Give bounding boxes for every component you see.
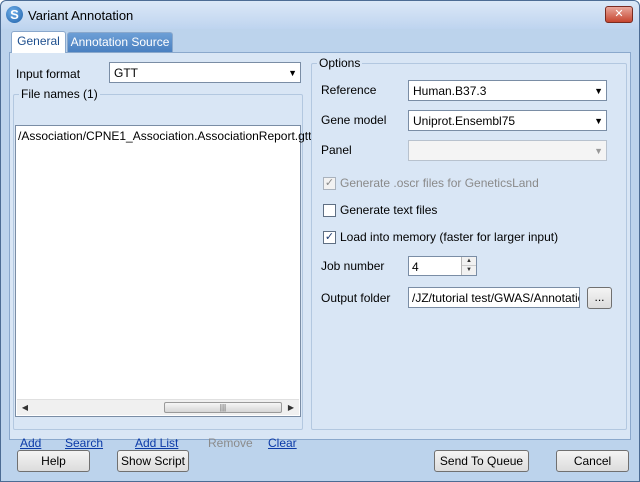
gene-model-label: Gene model	[321, 113, 387, 127]
tab-general[interactable]: General	[11, 31, 66, 53]
input-format-label: Input format	[16, 67, 81, 81]
gene-model-value: Uniprot.Ensembl75	[413, 114, 516, 128]
panel-label: Panel	[321, 143, 352, 157]
browse-folder-button[interactable]: ...	[587, 287, 612, 309]
reference-value: Human.B37.3	[413, 84, 487, 98]
tab-annotation-source[interactable]: Annotation Source	[67, 32, 173, 52]
file-names-list[interactable]: /Association/CPNE1_Association.Associati…	[15, 125, 311, 417]
panel-select[interactable]: ▼	[408, 140, 607, 161]
general-tab-panel: Input format GTT ▼ File names (1) /Assoc…	[9, 52, 631, 450]
file-names-label: File names (1)	[19, 87, 100, 101]
options-title: Options	[317, 56, 363, 70]
job-number-label: Job number	[321, 259, 385, 273]
chevron-down-icon: ▼	[594, 116, 603, 126]
output-folder-label: Output folder	[321, 291, 391, 305]
show-script-button[interactable]: Show Script	[117, 450, 189, 472]
scroll-left-icon[interactable]: ◀	[17, 400, 33, 415]
clear-link[interactable]: Clear	[268, 436, 297, 450]
spin-down-icon[interactable]: ▼	[462, 266, 476, 275]
generate-oscr-label: Generate .oscr files for GeneticsLand	[340, 176, 539, 190]
reference-select[interactable]: Human.B37.3 ▼	[408, 80, 607, 101]
output-folder-value: /JZ/tutorial test/GWAS/Annotation	[412, 291, 580, 305]
gene-model-select[interactable]: Uniprot.Ensembl75 ▼	[408, 110, 607, 131]
add-list-link[interactable]: Add List	[135, 436, 178, 450]
reference-label: Reference	[321, 83, 377, 97]
close-button[interactable]: ✕	[605, 6, 633, 23]
job-number-value: 4	[412, 260, 419, 274]
load-memory-label: Load into memory (faster for larger inpu…	[340, 230, 559, 244]
help-button[interactable]: Help	[17, 450, 90, 472]
add-link[interactable]: Add	[20, 436, 41, 450]
spinner-buttons: ▲ ▼	[461, 257, 476, 275]
load-memory-checkbox[interactable]: ✓	[323, 231, 336, 244]
spin-up-icon[interactable]: ▲	[462, 257, 476, 266]
input-format-select[interactable]: GTT ▼	[109, 62, 301, 83]
input-format-value: GTT	[114, 66, 138, 80]
horizontal-scrollbar[interactable]: ◀ ||| ▶	[17, 399, 299, 415]
generate-text-label: Generate text files	[340, 203, 438, 217]
variant-annotation-window: S Variant Annotation ✕ General Annotatio…	[0, 0, 640, 482]
list-item[interactable]: /Association/CPNE1_Association.Associati…	[18, 129, 311, 143]
scrollbar-thumb[interactable]: |||	[164, 402, 282, 413]
chevron-down-icon: ▼	[288, 68, 297, 78]
search-link[interactable]: Search	[65, 436, 103, 450]
generate-oscr-checkbox[interactable]: ✓	[323, 177, 336, 190]
scroll-right-icon[interactable]: ▶	[283, 400, 299, 415]
close-icon: ✕	[614, 8, 624, 20]
title-bar[interactable]: S Variant Annotation ✕	[1, 1, 639, 29]
remove-link[interactable]: Remove	[208, 436, 253, 450]
dialog-content: General Annotation Source Input format G…	[7, 29, 633, 450]
window-title: Variant Annotation	[28, 8, 134, 23]
job-number-spinner[interactable]: 4 ▲ ▼	[408, 256, 477, 276]
cancel-button[interactable]: Cancel	[556, 450, 629, 472]
output-folder-input[interactable]: /JZ/tutorial test/GWAS/Annotation	[408, 287, 580, 308]
chevron-down-icon: ▼	[594, 86, 603, 96]
chevron-down-icon: ▼	[594, 146, 603, 156]
send-to-queue-button[interactable]: Send To Queue	[434, 450, 529, 472]
app-logo-icon: S	[6, 6, 23, 23]
generate-text-checkbox[interactable]	[323, 204, 336, 217]
